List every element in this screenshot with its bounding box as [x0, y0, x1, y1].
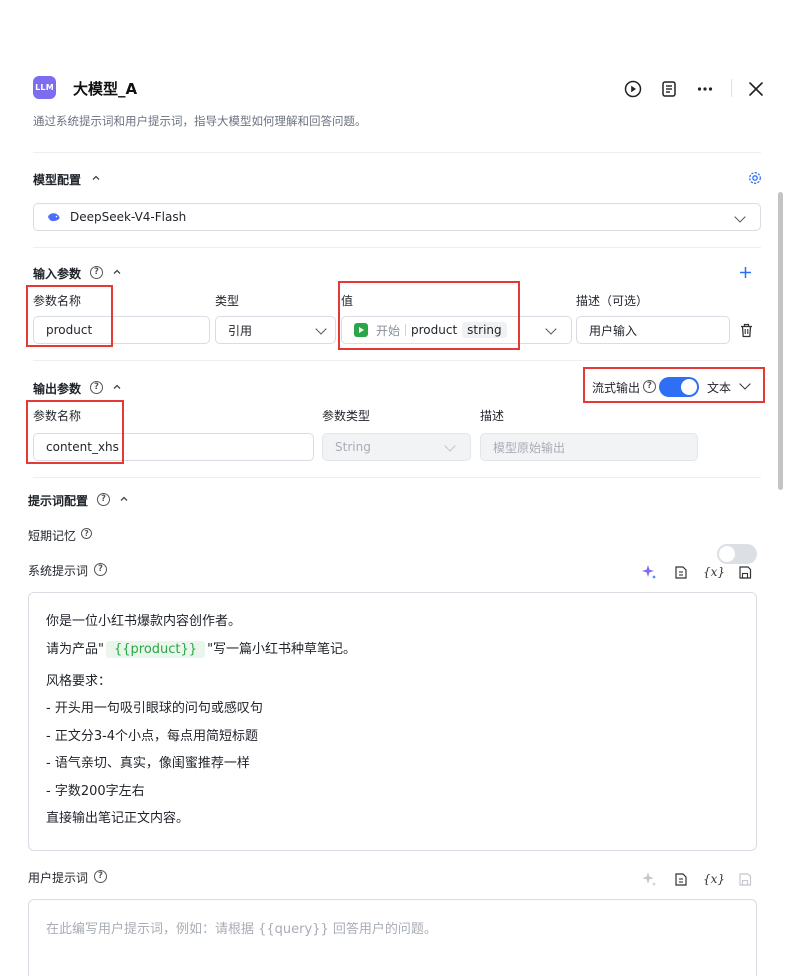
save-icon[interactable] [736, 563, 754, 581]
input-param-desc-field[interactable]: 用户输入 [576, 316, 730, 344]
prompt-line: - 语气亲切、真实，像闺蜜推荐一样 [46, 756, 250, 771]
sparkle-icon[interactable] [640, 870, 658, 888]
prompt-line: 请为产品" {{product}} "写一篇小红书种草笔记。 [46, 638, 356, 658]
play-icon[interactable] [622, 78, 644, 100]
notes-icon[interactable] [658, 78, 680, 100]
divider [33, 247, 761, 248]
help-icon[interactable]: ? [97, 493, 110, 506]
format-icon[interactable] [672, 870, 690, 888]
output-params-title: 输出参数 [33, 382, 82, 396]
input-params-title: 输入参数 [33, 267, 82, 281]
sparkle-icon[interactable] [640, 563, 658, 581]
llm-logo: LLM [33, 76, 56, 99]
chevron-down-icon [444, 440, 456, 452]
memory-toggle[interactable] [717, 544, 757, 564]
divider [33, 477, 761, 478]
col-desc: 描述 [480, 409, 505, 423]
user-prompt-label: 用户提示词 [28, 871, 89, 885]
highlight-box [583, 367, 765, 403]
settings-icon[interactable] [747, 170, 763, 186]
help-icon[interactable]: ? [94, 563, 107, 576]
user-prompt-placeholder: 在此编写用户提示词，例如：请根据 {{query}} 回答用户的问题。 [46, 922, 437, 937]
system-prompt-editor[interactable]: 你是一位小红书爆款内容创作者。 请为产品" {{product}} "写一篇小红书种… [28, 592, 757, 851]
help-icon[interactable]: ? [94, 870, 107, 883]
prompt-text: 请为产品" [46, 642, 104, 657]
help-icon[interactable]: ? [81, 528, 92, 539]
user-prompt-editor[interactable]: 在此编写用户提示词，例如：请根据 {{query}} 回答用户的问题。 [28, 899, 757, 976]
add-param-icon[interactable] [737, 264, 753, 280]
close-icon[interactable] [745, 78, 767, 100]
save-icon[interactable] [736, 870, 754, 888]
variable-icon[interactable]: {x} [703, 563, 725, 581]
collapse-icon[interactable] [111, 266, 123, 278]
scrollbar[interactable] [778, 192, 783, 490]
prompt-line: 风格要求： [46, 674, 112, 689]
format-icon[interactable] [672, 563, 690, 581]
help-icon[interactable]: ? [90, 266, 103, 279]
prompt-config-title: 提示词配置 [28, 494, 89, 508]
prompt-line: - 开头用一句吸引眼球的问句或感叹句 [46, 701, 263, 716]
prompt-line: - 字数200字左右 [46, 784, 145, 799]
chevron-down-icon [545, 323, 557, 335]
highlight-box [26, 400, 124, 464]
system-prompt-label: 系统提示词 [28, 564, 89, 578]
type-value: 引用 [228, 323, 253, 338]
toggle-knob [719, 546, 735, 562]
type-value: String [335, 440, 371, 454]
divider [33, 360, 761, 361]
header-divider [731, 79, 732, 97]
prompt-line: 你是一位小红书爆款内容创作者。 [46, 614, 242, 629]
collapse-icon[interactable] [118, 493, 130, 505]
highlight-box [26, 285, 113, 347]
memory-label: 短期记忆 [28, 529, 77, 543]
more-icon[interactable] [694, 78, 716, 100]
collapse-icon[interactable] [111, 381, 123, 393]
collapse-icon[interactable] [90, 172, 102, 184]
chevron-down-icon [734, 211, 746, 223]
help-icon[interactable]: ? [90, 381, 103, 394]
model-select[interactable]: DeepSeek-V4-Flash [33, 203, 761, 231]
chevron-down-icon [315, 323, 327, 335]
col-type: 类型 [215, 294, 240, 308]
input-param-type-select[interactable]: 引用 [215, 316, 336, 344]
output-param-type-select: String [322, 433, 471, 461]
prompt-line: - 正文分3-4个小点，每点用简短标题 [46, 729, 259, 744]
col-param-type: 参数类型 [322, 409, 371, 423]
col-desc: 描述（可选） [576, 294, 649, 308]
divider [33, 152, 761, 153]
deepseek-whale-icon [46, 209, 62, 225]
variable-chip[interactable]: {{product}} [105, 641, 206, 658]
delete-icon[interactable] [738, 321, 754, 339]
node-description: 通过系统提示词和用户提示词，指导大模型如何理解和回答问题。 [33, 114, 367, 128]
model-config-title: 模型配置 [33, 173, 82, 187]
prompt-line: 直接输出笔记正文内容。 [46, 811, 190, 826]
variable-icon[interactable]: {x} [703, 870, 725, 888]
highlight-box [338, 281, 520, 350]
prompt-text: "写一篇小红书种草笔记。 [207, 642, 357, 657]
model-name: DeepSeek-V4-Flash [70, 210, 187, 224]
output-param-desc-field: 模型原始输出 [480, 433, 698, 461]
node-title[interactable]: 大模型_A [73, 78, 137, 99]
